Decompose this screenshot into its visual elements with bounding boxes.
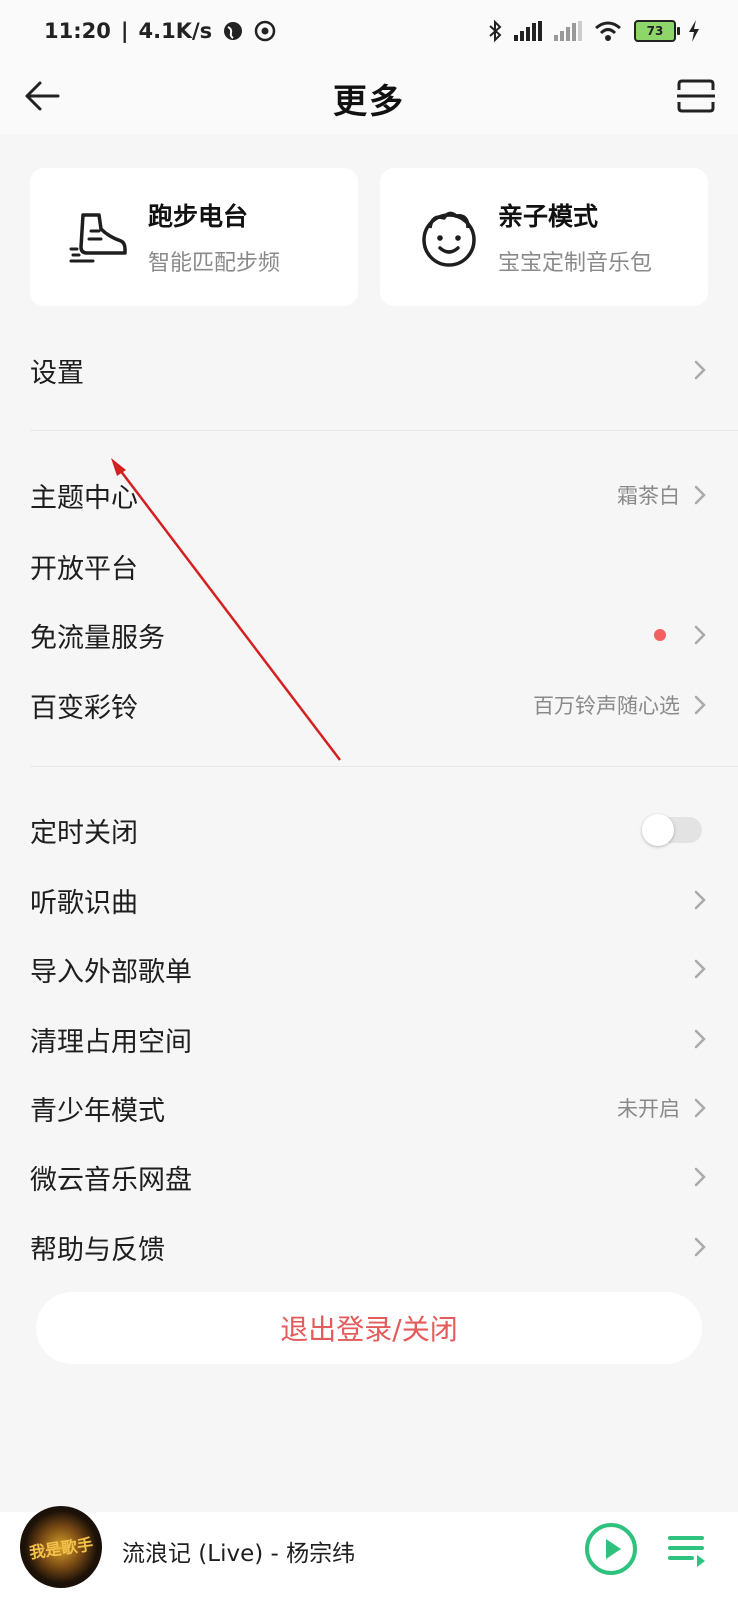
help-feedback-row[interactable]: 帮助与反馈 — [30, 1219, 708, 1275]
chevron-right-icon — [694, 1236, 708, 1258]
cloud-drive-row[interactable]: 微云音乐网盘 — [30, 1149, 708, 1205]
at-icon — [254, 20, 276, 42]
row-label: 听歌识曲 — [30, 887, 138, 919]
album-art-text: 我是歌手 — [28, 1534, 95, 1563]
row-label: 定时关闭 — [30, 817, 138, 849]
row-label: 开放平台 — [30, 553, 138, 585]
chevron-right-icon — [694, 1028, 708, 1050]
theme-value: 霜茶白 — [617, 484, 680, 508]
globe-icon — [224, 22, 243, 40]
divider — [30, 430, 738, 431]
playlist-icon — [668, 1536, 705, 1567]
now-playing-title: 流浪记 (Live) - 杨宗纬 — [122, 1541, 356, 1567]
wifi-icon — [595, 21, 621, 41]
scan-icon — [677, 79, 715, 113]
theme-center-row[interactable]: 主题中心 霜茶白 — [30, 467, 708, 523]
chevron-right-icon — [694, 1097, 708, 1119]
chevron-right-icon — [694, 484, 708, 506]
card-subtitle: 宝宝定制音乐包 — [498, 251, 653, 276]
charging-icon — [689, 20, 699, 42]
chevron-right-icon — [694, 694, 708, 716]
chevron-right-icon — [694, 1166, 708, 1188]
signal-2-icon — [554, 21, 582, 41]
bluetooth-icon — [489, 19, 502, 43]
status-network-speed: 4.1K/s — [138, 19, 213, 43]
row-label: 百变彩铃 — [30, 692, 138, 724]
teen-mode-row[interactable]: 青少年模式 未开启 — [30, 1080, 708, 1136]
import-playlist-row[interactable]: 导入外部歌单 — [30, 941, 708, 997]
status-time: 11:20 — [44, 19, 111, 43]
page-title: 更多 — [333, 82, 405, 122]
sleep-timer-toggle[interactable] — [642, 814, 702, 846]
row-label: 微云音乐网盘 — [30, 1164, 192, 1196]
card-subtitle: 智能匹配步频 — [148, 251, 281, 276]
card-title: 亲子模式 — [498, 202, 599, 231]
running-radio-card[interactable]: 跑步电台 智能匹配步频 — [30, 168, 358, 306]
running-shoe-icon — [69, 213, 127, 263]
chevron-right-icon — [694, 624, 708, 646]
parent-child-mode-card[interactable]: 亲子模式 宝宝定制音乐包 — [380, 168, 708, 306]
row-label: 帮助与反馈 — [30, 1234, 165, 1266]
ringtone-value: 百万铃声随心选 — [533, 694, 680, 718]
battery-icon: 73 — [634, 20, 680, 42]
toggle-knob — [642, 814, 674, 846]
row-label: 设置 — [30, 357, 84, 389]
clear-storage-row[interactable]: 清理占用空间 — [30, 1011, 708, 1067]
baby-face-icon — [422, 211, 476, 267]
logout-button[interactable]: 退出登录/关闭 — [36, 1292, 702, 1364]
row-label: 清理占用空间 — [30, 1026, 192, 1058]
top-bar: 更多 — [0, 62, 738, 134]
free-data-service-row[interactable]: 免流量服务 — [30, 607, 708, 663]
status-bar: 11:20 | 4.1K/s 73 — [0, 0, 738, 62]
ringtone-row[interactable]: 百变彩铃 百万铃声随心选 — [30, 677, 708, 733]
signal-icon — [514, 21, 542, 41]
card-title: 跑步电台 — [148, 202, 249, 231]
notification-dot — [654, 629, 666, 641]
chevron-right-icon — [694, 359, 708, 381]
row-label: 免流量服务 — [30, 622, 165, 654]
song-recognition-row[interactable]: 听歌识曲 — [30, 872, 708, 928]
scan-button[interactable] — [672, 72, 720, 120]
row-label: 主题中心 — [30, 482, 138, 514]
chevron-right-icon — [694, 889, 708, 911]
row-label: 导入外部歌单 — [30, 956, 192, 988]
play-button[interactable] — [584, 1522, 638, 1576]
album-art[interactable]: 我是歌手 — [20, 1506, 102, 1588]
open-platform-row[interactable]: 开放平台 — [30, 538, 708, 594]
row-label: 青少年模式 — [30, 1095, 165, 1127]
playlist-button[interactable] — [664, 1528, 708, 1572]
teen-mode-value: 未开启 — [617, 1097, 680, 1121]
chevron-right-icon — [694, 958, 708, 980]
divider — [30, 766, 738, 767]
play-icon — [585, 1523, 637, 1575]
sleep-timer-row: 定时关闭 — [30, 802, 708, 858]
mini-player[interactable]: 我是歌手 流浪记 (Live) - 杨宗纬 — [0, 1506, 738, 1600]
settings-row[interactable]: 设置 — [30, 342, 708, 398]
